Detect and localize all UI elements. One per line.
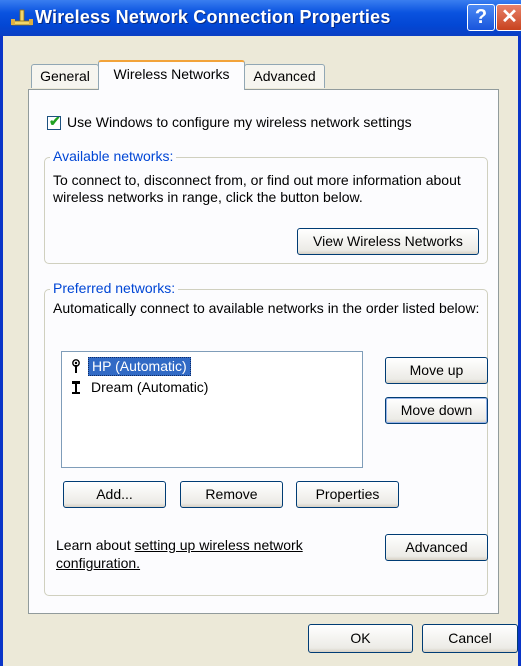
close-button[interactable]: ✕	[496, 4, 521, 31]
help-button[interactable]: ?	[467, 4, 495, 31]
network-name: HP (Automatic)	[88, 357, 191, 376]
learn-about-link-continued[interactable]: configuration.	[56, 555, 140, 571]
network-connection-icon	[11, 9, 33, 26]
advanced-button[interactable]: Advanced	[385, 534, 488, 561]
use-windows-checkbox[interactable]: ✔	[47, 113, 61, 130]
preferred-networks-list[interactable]: HP (Automatic) Dream (Automatic)	[61, 351, 363, 468]
available-networks-description: To connect to, disconnect from, or find …	[53, 172, 461, 205]
move-down-button[interactable]: Move down	[385, 397, 488, 424]
network-properties-button[interactable]: Properties	[296, 481, 399, 508]
learn-about-link[interactable]: setting up wireless network	[135, 537, 303, 553]
title-bar[interactable]: Wireless Network Connection Properties ?…	[0, 0, 521, 36]
window-title: Wireless Network Connection Properties	[35, 7, 391, 27]
move-up-button[interactable]: Move up	[385, 357, 488, 384]
use-windows-label[interactable]: Use Windows to configure my wireless net…	[67, 114, 412, 130]
network-name: Dream (Automatic)	[91, 379, 209, 395]
tab-strip: General Wireless Networks Advanced	[3, 60, 518, 90]
preferred-networks-description: Automatically connect to available netwo…	[53, 300, 480, 316]
preferred-networks-legend: Preferred networks:	[50, 280, 179, 296]
tab-wireless-networks[interactable]: Wireless Networks	[98, 60, 245, 90]
ok-button[interactable]: OK	[308, 624, 413, 653]
available-networks-legend: Available networks:	[50, 148, 177, 164]
wireless-network-icon	[72, 381, 80, 394]
add-network-button[interactable]: Add...	[63, 481, 166, 508]
tab-general[interactable]: General	[31, 64, 99, 88]
learn-about-prefix: Learn about	[56, 537, 135, 553]
learn-about-text: Learn about setting up wireless network …	[56, 536, 356, 572]
properties-dialog: Wireless Network Connection Properties ?…	[0, 0, 521, 666]
view-wireless-networks-button[interactable]: View Wireless Networks	[297, 228, 479, 255]
wireless-antenna-icon	[72, 359, 80, 373]
tab-advanced[interactable]: Advanced	[244, 64, 325, 88]
cancel-button[interactable]: Cancel	[422, 624, 518, 653]
remove-network-button[interactable]: Remove	[180, 481, 283, 508]
checkmark-icon: ✔	[49, 113, 61, 129]
